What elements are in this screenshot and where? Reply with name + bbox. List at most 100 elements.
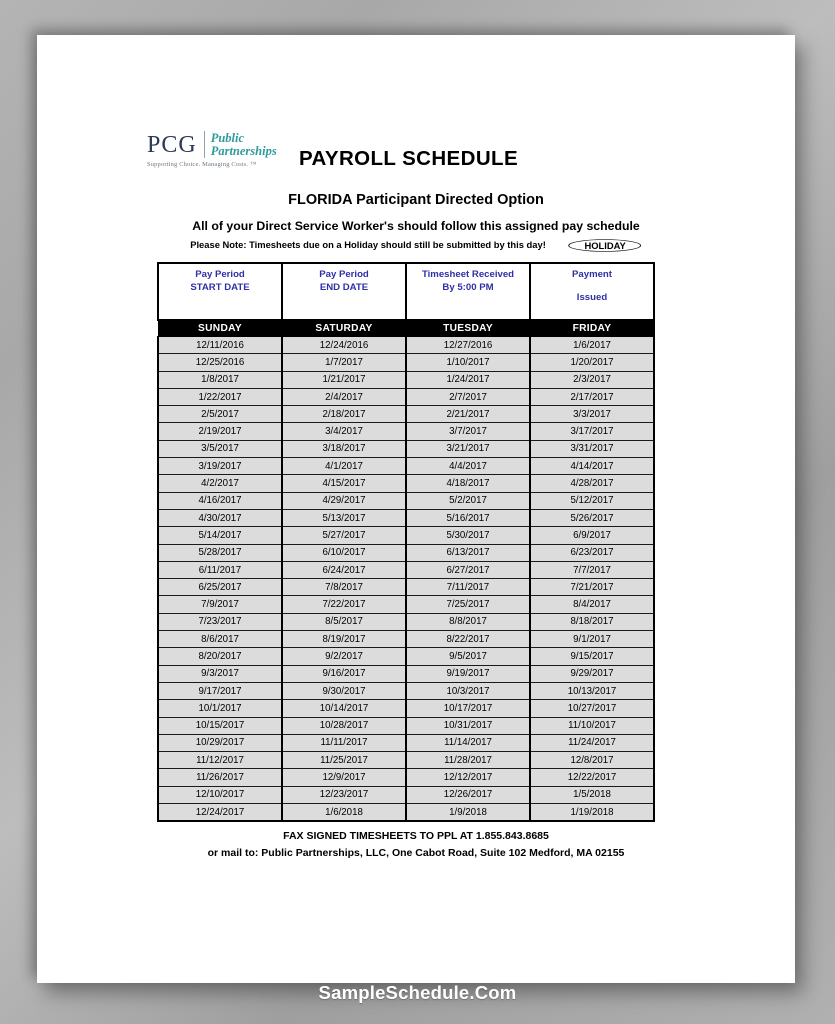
table-cell: 9/5/2017 [405,647,531,666]
document-header: PCG Public Partnerships Supporting Choic… [37,35,795,252]
table-cell: 11/28/2017 [405,751,531,770]
table-cell: 9/17/2017 [157,681,283,701]
table-cell: 11/12/2017 [157,751,283,770]
table-cell: 5/28/2017 [157,543,283,562]
table-cell: 10/29/2017 [157,733,283,753]
logo-lockup: PCG Public Partnerships [147,131,297,158]
table-cell: 10/31/2017 [405,716,531,735]
table-cell: 5/16/2017 [405,508,531,528]
table-cell: 3/3/2017 [529,405,655,424]
column-header-timesheet-received-line1: Timesheet Received [421,269,515,280]
table-row: 12/10/2017 12/23/2017 12/26/2017 1/5/2018 [157,785,655,805]
table-cell: 1/21/2017 [281,370,407,389]
table-cell: 7/22/2017 [281,595,407,614]
table-cell: 3/18/2017 [281,439,407,459]
table-cell: 3/21/2017 [405,439,531,459]
watermark-text: SampleSchedule.Com [318,982,517,1003]
table-cell: 1/20/2017 [529,353,655,372]
table-cell: 6/24/2017 [281,560,407,580]
table-cell: 11/25/2017 [281,751,407,770]
table-cell: 10/17/2017 [405,699,531,718]
footer-fax-line: FAX SIGNED TIMESHEETS TO PPL AT 1.855.84… [283,830,549,842]
table-cell: 9/15/2017 [529,647,655,666]
column-header-end-date-line2: END DATE [319,281,369,293]
table-cell: 4/14/2017 [529,457,655,476]
note-line: Please Note: Timesheets due on a Holiday… [37,238,795,253]
table-cell: 5/30/2017 [405,526,531,545]
table-cell: 5/27/2017 [281,526,407,545]
table-cell: 5/2/2017 [405,491,531,510]
pcg-logo: PCG Public Partnerships Supporting Choic… [147,131,297,168]
table-cell: 8/18/2017 [529,612,655,632]
table-cell: 6/25/2017 [157,578,283,597]
table-cell: 12/22/2017 [529,768,655,787]
table-row: 6/11/2017 6/24/2017 6/27/2017 7/7/2017 [157,560,655,580]
table-row: 1/8/2017 1/21/2017 1/24/2017 2/3/2017 [157,370,655,389]
table-cell: 12/25/2016 [157,353,283,372]
day-header-saturday: SATURDAY [281,319,407,337]
table-cell: 7/11/2017 [405,578,531,597]
table-cell: 7/8/2017 [281,578,407,597]
table-cell: 5/14/2017 [157,526,283,545]
table-row: 5/14/2017 5/27/2017 5/30/2017 6/9/2017 [157,526,655,545]
table-cell: 11/11/2017 [281,733,407,753]
table-row: 4/16/2017 4/29/2017 5/2/2017 5/12/2017 [157,491,655,510]
day-header-tuesday: TUESDAY [405,319,531,337]
table-cell: 4/29/2017 [281,491,407,510]
table-cell: 3/17/2017 [529,422,655,441]
table-cell: 2/18/2017 [281,405,407,424]
table-cell: 4/16/2017 [157,491,283,510]
logo-mark-text: PCG [147,131,197,158]
day-header-sunday: SUNDAY [157,319,283,337]
table-cell: 6/27/2017 [405,560,531,580]
table-cell: 2/17/2017 [529,387,655,407]
table-cell: 7/9/2017 [157,595,283,614]
table-cell: 6/9/2017 [529,526,655,545]
page-subtitle: FLORIDA Participant Directed Option [288,192,544,208]
table-cell: 8/19/2017 [281,630,407,649]
table-cell: 9/3/2017 [157,664,283,683]
table-cell: 12/12/2017 [405,768,531,787]
table-row: 11/12/2017 11/25/2017 11/28/2017 12/8/2017 [157,751,655,770]
table-cell: 8/4/2017 [529,595,655,614]
table-cell: 8/6/2017 [157,630,283,649]
footer-mail-line: or mail to: Public Partnerships, LLC, On… [207,846,625,859]
table-cell: 1/19/2018 [529,803,655,823]
table-row: 12/11/2016 12/24/2016 12/27/2016 1/6/2017 [157,335,655,355]
table-cell: 5/26/2017 [529,508,655,528]
table-cell: 2/4/2017 [281,387,407,407]
table-row: 12/25/2016 1/7/2017 1/10/2017 1/20/2017 [157,353,655,372]
table-cell: 1/10/2017 [405,353,531,372]
table-cell: 10/1/2017 [157,699,283,718]
table-cell: 11/14/2017 [405,733,531,753]
table-cell: 6/10/2017 [281,543,407,562]
table-cell: 12/24/2017 [157,803,283,823]
table-cell: 2/21/2017 [405,405,531,424]
table-cell: 12/24/2016 [281,335,407,355]
table-cell: 7/23/2017 [157,612,283,632]
table-cell: 12/27/2016 [405,335,531,355]
table-row: 5/28/2017 6/10/2017 6/13/2017 6/23/2017 [157,543,655,562]
table-cell: 6/13/2017 [405,543,531,562]
table-cell: 12/26/2017 [405,785,531,805]
table-cell: 10/15/2017 [157,716,283,735]
column-header-payment: Payment Issued [529,262,655,321]
table-row: 1/22/2017 2/4/2017 2/7/2017 2/17/2017 [157,387,655,407]
table-cell: 4/1/2017 [281,457,407,476]
table-cell: 3/7/2017 [405,422,531,441]
table-row: 10/15/2017 10/28/2017 10/31/2017 11/10/2017 [157,716,655,735]
table-row: 12/24/2017 1/6/2018 1/9/2018 1/19/2018 [157,803,655,823]
table-cell: 4/2/2017 [157,474,283,493]
column-header-payment-line1: Payment [572,269,612,280]
page-title: PAYROLL SCHEDULE [299,147,519,170]
table-cell: 10/28/2017 [281,716,407,735]
holiday-ellipse-annotation [562,235,647,256]
table-cell: 3/19/2017 [157,457,283,476]
table-cell: 9/29/2017 [529,664,655,683]
table-cell: 11/26/2017 [157,768,283,787]
table-row: 10/29/2017 11/11/2017 11/14/2017 11/24/2017 [157,733,655,753]
table-cell: 10/27/2017 [529,699,655,718]
table-cell: 6/23/2017 [529,543,655,562]
column-header-timesheet-received-line2: By 5:00 PM [442,281,494,293]
table-row: 3/19/2017 4/1/2017 4/4/2017 4/14/2017 [157,457,655,476]
